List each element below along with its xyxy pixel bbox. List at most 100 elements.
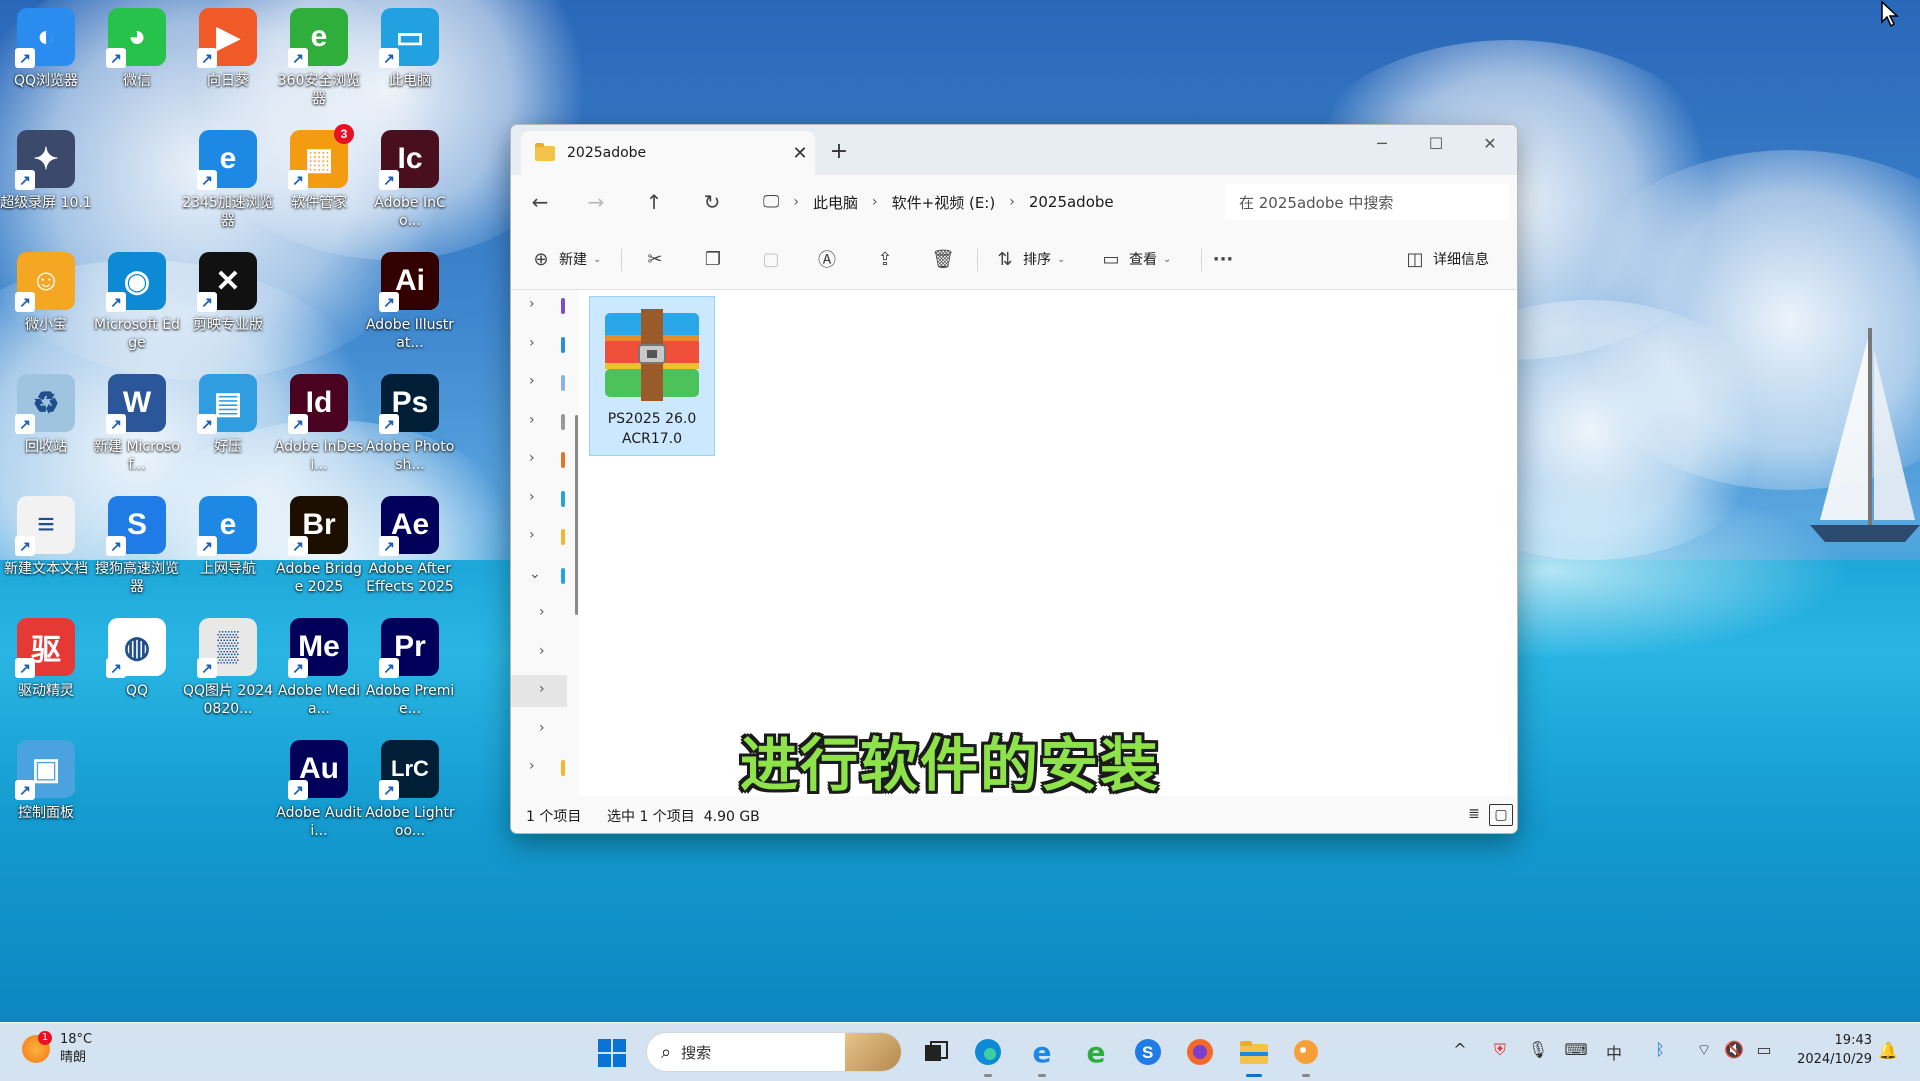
nav-tree-item[interactable]: › bbox=[511, 290, 567, 322]
breadcrumb-drive-e[interactable]: 软件+视频 (E:) bbox=[892, 192, 996, 213]
nav-tree-item[interactable]: › bbox=[511, 598, 567, 630]
large-icons-view-icon[interactable]: ▢ bbox=[1489, 804, 1513, 826]
desktop-icon-haozip[interactable]: ▤ ↗ 好压 bbox=[182, 374, 274, 456]
nav-tree-item[interactable]: › bbox=[511, 406, 567, 438]
keyboard-icon[interactable]: ⌨ bbox=[1564, 1040, 1588, 1059]
tab-close-icon[interactable]: ✕ bbox=[785, 143, 815, 164]
desktop-icon-adobe-media-encoder[interactable]: Me ↗ Adobe Media... bbox=[273, 618, 365, 718]
breadcrumb-2025adobe[interactable]: 2025adobe bbox=[1029, 193, 1114, 211]
sogou-browser-taskbar-icon[interactable]: S bbox=[1130, 1034, 1166, 1070]
nav-tree-item[interactable]: › bbox=[511, 483, 567, 515]
desktop-icon-this-pc[interactable]: ▭ ↗ 此电脑 bbox=[364, 8, 456, 90]
address-bar[interactable]: 🖵 › 此电脑 › 软件+视频 (E:) › 2025adobe bbox=[763, 184, 1219, 220]
bluetooth-icon[interactable]: ᛒ bbox=[1648, 1040, 1672, 1059]
chevron-right-icon[interactable]: › bbox=[529, 450, 535, 466]
desktop-icon-web-nav[interactable]: e ↗ 上网导航 bbox=[182, 496, 274, 578]
input-method-icon[interactable]: 中 bbox=[1602, 1040, 1626, 1064]
chevron-right-icon[interactable]: › bbox=[529, 373, 535, 389]
weather-widget[interactable]: 1 18°C 晴朗 bbox=[22, 1031, 92, 1067]
back-arrow-icon[interactable]: ← bbox=[523, 187, 557, 217]
chat-app-taskbar-icon[interactable] bbox=[1288, 1034, 1324, 1077]
chevron-right-icon[interactable]: › bbox=[529, 335, 535, 351]
delete-button[interactable]: 🗑 bbox=[931, 243, 955, 275]
more-options-button[interactable]: ··· bbox=[1211, 243, 1235, 275]
chevron-right-icon[interactable]: › bbox=[529, 412, 535, 428]
navigation-pane[interactable]: › › › › › › › ⌄ › › › › › bbox=[511, 290, 575, 796]
desktop-icon-wechat[interactable]: ◕ ↗ 微信 bbox=[91, 8, 183, 90]
cut-button[interactable]: ✂ bbox=[643, 243, 667, 275]
desktop-icon-2345-browser[interactable]: e ↗ 2345加速浏览器 bbox=[182, 130, 274, 230]
new-tab-button[interactable]: + bbox=[823, 137, 855, 169]
desktop-icon-sogou-browser[interactable]: S ↗ 搜狗高速浏览器 bbox=[91, 496, 183, 596]
chevron-down-icon[interactable]: ⌄ bbox=[529, 566, 541, 582]
taskbar-search-box[interactable]: ⌕ 搜索 bbox=[646, 1032, 902, 1072]
microphone-icon[interactable]: 🎙 bbox=[1526, 1040, 1550, 1059]
chevron-right-icon[interactable]: › bbox=[539, 681, 545, 697]
nav-tree-item[interactable]: ⌄ bbox=[511, 560, 567, 592]
nav-tree-item[interactable]: › bbox=[511, 444, 567, 476]
nav-tree-item[interactable]: › bbox=[511, 752, 567, 784]
file-explorer-taskbar-icon[interactable] bbox=[1236, 1034, 1272, 1077]
nav-tree-item[interactable]: › bbox=[511, 714, 567, 746]
chevron-right-icon[interactable]: › bbox=[529, 489, 535, 505]
search-input[interactable]: 在 2025adobe 中搜索 bbox=[1225, 184, 1509, 220]
close-window-button[interactable]: ✕ bbox=[1463, 125, 1517, 165]
breadcrumb-this-pc[interactable]: 此电脑 bbox=[813, 192, 858, 213]
rename-button[interactable]: Ⓐ bbox=[815, 243, 839, 275]
desktop-icon-adobe-lightroom[interactable]: LrC ↗ Adobe Lightroo... bbox=[364, 740, 456, 840]
desktop-icon-adobe-illustrator[interactable]: Ai ↗ Adobe Illustrat... bbox=[364, 252, 456, 352]
desktop-icon-recycle-bin[interactable]: ♻ ↗ 回收站 bbox=[0, 374, 92, 456]
desktop-icon-360-browser[interactable]: e ↗ 360安全浏览器 bbox=[273, 8, 365, 108]
nav-scrollbar[interactable] bbox=[575, 415, 578, 615]
wifi-icon[interactable]: ⌔ bbox=[1692, 1040, 1716, 1060]
show-hidden-icons-chevron[interactable]: ^ bbox=[1448, 1040, 1472, 1059]
desktop-icon-new-text[interactable]: ≡ ↗ 新建文本文档 bbox=[0, 496, 92, 578]
copy-button[interactable]: ❐ bbox=[701, 243, 725, 275]
minimize-button[interactable]: ─ bbox=[1355, 125, 1409, 165]
ie-taskbar-icon[interactable]: e bbox=[1024, 1034, 1060, 1077]
nav-tree-item[interactable]: › bbox=[511, 367, 567, 399]
chevron-right-icon[interactable]: › bbox=[539, 720, 545, 736]
desktop-icon-screen-recorder[interactable]: ✦ ↗ 超级录屏 10.1 bbox=[0, 130, 92, 212]
details-pane-button[interactable]: ◫ 详细信息 bbox=[1403, 243, 1489, 275]
desktop-icon-driver-genius[interactable]: 驱 ↗ 驱动精灵 bbox=[0, 618, 92, 700]
desktop-icon-adobe-premiere[interactable]: Pr ↗ Adobe Premie... bbox=[364, 618, 456, 718]
desktop-icon-ms-edge[interactable]: ◉ ↗ Microsoft Edge bbox=[91, 252, 183, 352]
task-view-icon[interactable] bbox=[918, 1034, 954, 1070]
file-item-ps2025[interactable]: PS2025 26.0 ACR17.0 bbox=[589, 296, 715, 456]
chevron-right-icon[interactable]: › bbox=[539, 643, 545, 659]
desktop-icon-qq-image[interactable]: ▒ ↗ QQ图片 20240820... bbox=[182, 618, 274, 718]
desktop-icon-sunlogin[interactable]: ▶ ↗ 向日葵 bbox=[182, 8, 274, 90]
chevron-right-icon[interactable]: › bbox=[529, 758, 535, 774]
chevron-right-icon[interactable]: › bbox=[539, 604, 545, 620]
desktop-icon-qq[interactable]: ◍ ↗ QQ bbox=[91, 618, 183, 700]
chevron-right-icon[interactable]: › bbox=[529, 296, 535, 312]
up-arrow-icon[interactable]: ↑ bbox=[637, 187, 671, 217]
refresh-icon[interactable]: ↻ bbox=[695, 187, 729, 217]
sort-button[interactable]: ⇅ 排序 ⌄ bbox=[993, 243, 1065, 275]
forward-arrow-icon[interactable]: → bbox=[579, 187, 613, 217]
desktop-icon-adobe-indesign-1[interactable]: Id ↗ Adobe InDesi... bbox=[273, 374, 365, 474]
speaker-muted-icon[interactable]: 🔇 bbox=[1722, 1040, 1746, 1059]
maximize-button[interactable]: ☐ bbox=[1409, 125, 1463, 165]
360-browser-taskbar-icon[interactable]: e bbox=[1078, 1034, 1114, 1070]
new-button[interactable]: ⊕ 新建 ⌄ bbox=[529, 243, 601, 275]
desktop-icon-adobe-bridge[interactable]: Br ↗ Adobe Bridge 2025 bbox=[273, 496, 365, 596]
system-clock[interactable]: 19:43 2024/10/29 bbox=[1792, 1031, 1872, 1069]
nav-tree-item[interactable]: › bbox=[511, 637, 567, 669]
details-view-icon[interactable]: ≣ bbox=[1463, 804, 1485, 824]
nav-tree-item[interactable]: › bbox=[511, 675, 567, 707]
paste-button[interactable]: ▢ bbox=[759, 243, 783, 275]
view-button[interactable]: ▭ 查看 ⌄ bbox=[1099, 243, 1171, 275]
desktop-icon-adobe-audition[interactable]: Au ↗ Adobe Auditi... bbox=[273, 740, 365, 840]
desktop-icon-soft-manager[interactable]: ▦ ↗ 3 软件管家 bbox=[273, 124, 365, 212]
chevron-right-icon[interactable]: › bbox=[529, 527, 535, 543]
desktop-icon-control-panel[interactable]: ▣ ↗ 控制面板 bbox=[0, 740, 92, 822]
nav-tree-item[interactable]: › bbox=[511, 521, 567, 553]
windows-start-icon[interactable] bbox=[598, 1039, 626, 1067]
battery-icon[interactable]: ▭ bbox=[1752, 1040, 1776, 1059]
desktop-icon-qq-browser[interactable]: ◐ ↗ QQ浏览器 bbox=[0, 8, 92, 90]
desktop-icon-adobe-photoshop[interactable]: Ps ↗ Adobe Photosh... bbox=[364, 374, 456, 474]
desktop-icon-driver-wizard[interactable]: ☺ ↗ 微小宝 bbox=[0, 252, 92, 334]
desktop-icon-adobe-after-effects[interactable]: Ae ↗ Adobe After Effects 2025 bbox=[364, 496, 456, 596]
